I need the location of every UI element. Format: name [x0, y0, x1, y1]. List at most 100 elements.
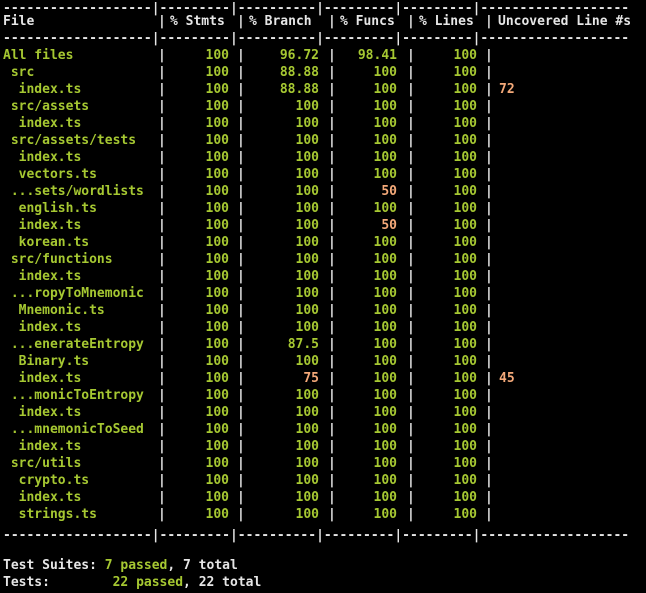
col-separator: |	[158, 439, 166, 454]
row-stmts: 100	[205, 439, 229, 454]
col-separator: |	[158, 422, 166, 437]
col-separator: |	[407, 167, 415, 182]
col-separator: |	[485, 252, 493, 267]
row-stmts: 100	[205, 133, 229, 148]
col-separator: |	[485, 82, 493, 97]
col-separator: |	[237, 320, 245, 335]
table-row: src/utils | | | | | 100 100 100 100	[3, 455, 643, 472]
table-row: ...enerateEntropy | | | | | 100 87.5 100 100	[3, 336, 643, 353]
row-stmts: 100	[205, 48, 229, 63]
col-separator: |	[485, 473, 493, 488]
col-separator: |	[485, 320, 493, 335]
row-lines: 100	[453, 252, 477, 267]
row-branch: 100	[295, 201, 319, 216]
row-file: index.ts	[3, 371, 82, 386]
row-file: korean.ts	[3, 235, 90, 250]
col-separator: |	[328, 235, 336, 250]
col-separator: |	[158, 14, 166, 29]
row-file: ...enerateEntropy	[3, 337, 144, 352]
col-separator: |	[237, 14, 245, 29]
col-separator: |	[328, 48, 336, 63]
row-stmts: 100	[205, 422, 229, 437]
row-branch: 100	[295, 150, 319, 165]
col-separator: |	[485, 133, 493, 148]
col-separator: |	[158, 99, 166, 114]
col-separator: |	[237, 184, 245, 199]
col-separator: |	[485, 218, 493, 233]
row-funcs: 50	[381, 218, 397, 233]
col-separator: |	[485, 422, 493, 437]
row-branch: 100	[295, 269, 319, 284]
col-separator: |	[328, 252, 336, 267]
row-file: ...ropyToMnemonic	[3, 286, 144, 301]
row-funcs: 100	[373, 405, 397, 420]
col-separator: |	[237, 303, 245, 318]
row-file: Mnemonic.ts	[3, 303, 105, 318]
table-row: ...sets/wordlists | | | | | 100 100 50 100	[3, 183, 643, 200]
col-separator: |	[328, 218, 336, 233]
table-row: Binary.ts | | | | | 100 100 100 100	[3, 353, 643, 370]
col-separator: |	[237, 116, 245, 131]
row-funcs: 100	[373, 388, 397, 403]
row-funcs: 100	[373, 235, 397, 250]
row-file: ...mnemonicToSeed	[3, 422, 144, 437]
col-separator: |	[328, 150, 336, 165]
col-separator: |	[485, 48, 493, 63]
col-separator: |	[237, 371, 245, 386]
col-separator: |	[407, 150, 415, 165]
col-separator: |	[328, 405, 336, 420]
col-separator: |	[158, 218, 166, 233]
row-funcs: 100	[373, 456, 397, 471]
table-row: Mnemonic.ts | | | | | 100 100 100 100	[3, 302, 643, 319]
col-separator: |	[407, 116, 415, 131]
table-row: index.ts | | | | | 100 100 100 100	[3, 149, 643, 166]
row-stmts: 100	[205, 303, 229, 318]
row-branch: 100	[295, 167, 319, 182]
row-stmts: 100	[205, 252, 229, 267]
table-row: index.ts | | | | | 100 100 100 100	[3, 268, 643, 285]
col-separator: |	[158, 303, 166, 318]
col-separator: |	[237, 82, 245, 97]
col-separator: |	[237, 439, 245, 454]
col-separator: |	[407, 133, 415, 148]
table-row: index.ts | | | | | 100 88.88 100 100 72	[3, 81, 643, 98]
row-branch: 100	[295, 116, 319, 131]
row-branch: 100	[295, 490, 319, 505]
row-file: index.ts	[3, 150, 82, 165]
col-separator: |	[328, 99, 336, 114]
header-funcs: % Funcs	[340, 14, 395, 29]
col-separator: |	[158, 133, 166, 148]
col-separator: |	[407, 456, 415, 471]
col-separator: |	[328, 133, 336, 148]
col-separator: |	[407, 252, 415, 267]
col-separator: |	[328, 82, 336, 97]
header-file: File	[3, 14, 35, 29]
col-separator: |	[158, 48, 166, 63]
col-separator: |	[328, 337, 336, 352]
col-separator: |	[407, 371, 415, 386]
col-separator: |	[328, 473, 336, 488]
col-separator: |	[237, 48, 245, 63]
row-lines: 100	[453, 320, 477, 335]
col-separator: |	[407, 354, 415, 369]
col-separator: |	[237, 286, 245, 301]
col-separator: |	[407, 422, 415, 437]
col-separator: |	[407, 218, 415, 233]
row-file: src	[3, 65, 35, 80]
row-funcs: 100	[373, 286, 397, 301]
col-separator: |	[237, 252, 245, 267]
row-lines: 100	[453, 354, 477, 369]
col-separator: |	[407, 388, 415, 403]
row-file: index.ts	[3, 490, 82, 505]
header-branch: % Branch	[249, 14, 312, 29]
row-funcs: 100	[373, 354, 397, 369]
col-separator: |	[407, 184, 415, 199]
row-file: ...sets/wordlists	[3, 184, 144, 199]
col-separator: |	[158, 456, 166, 471]
col-separator: |	[485, 235, 493, 250]
tests-passed: 22 passed	[112, 575, 184, 590]
col-separator: |	[158, 320, 166, 335]
row-branch: 75	[303, 371, 319, 386]
row-stmts: 100	[205, 371, 229, 386]
col-separator: |	[158, 269, 166, 284]
